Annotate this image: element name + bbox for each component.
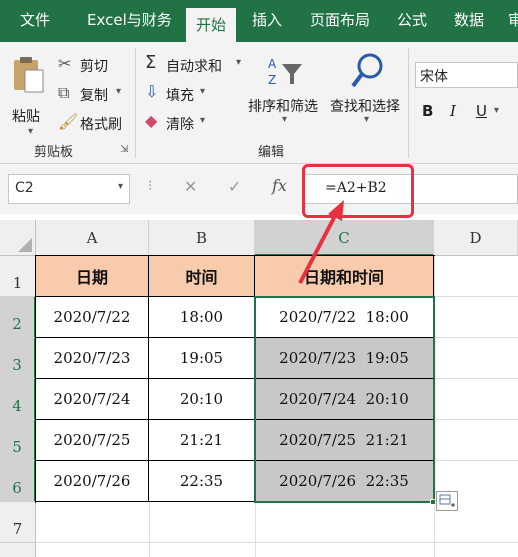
annotation-arrow-icon bbox=[298, 200, 344, 284]
